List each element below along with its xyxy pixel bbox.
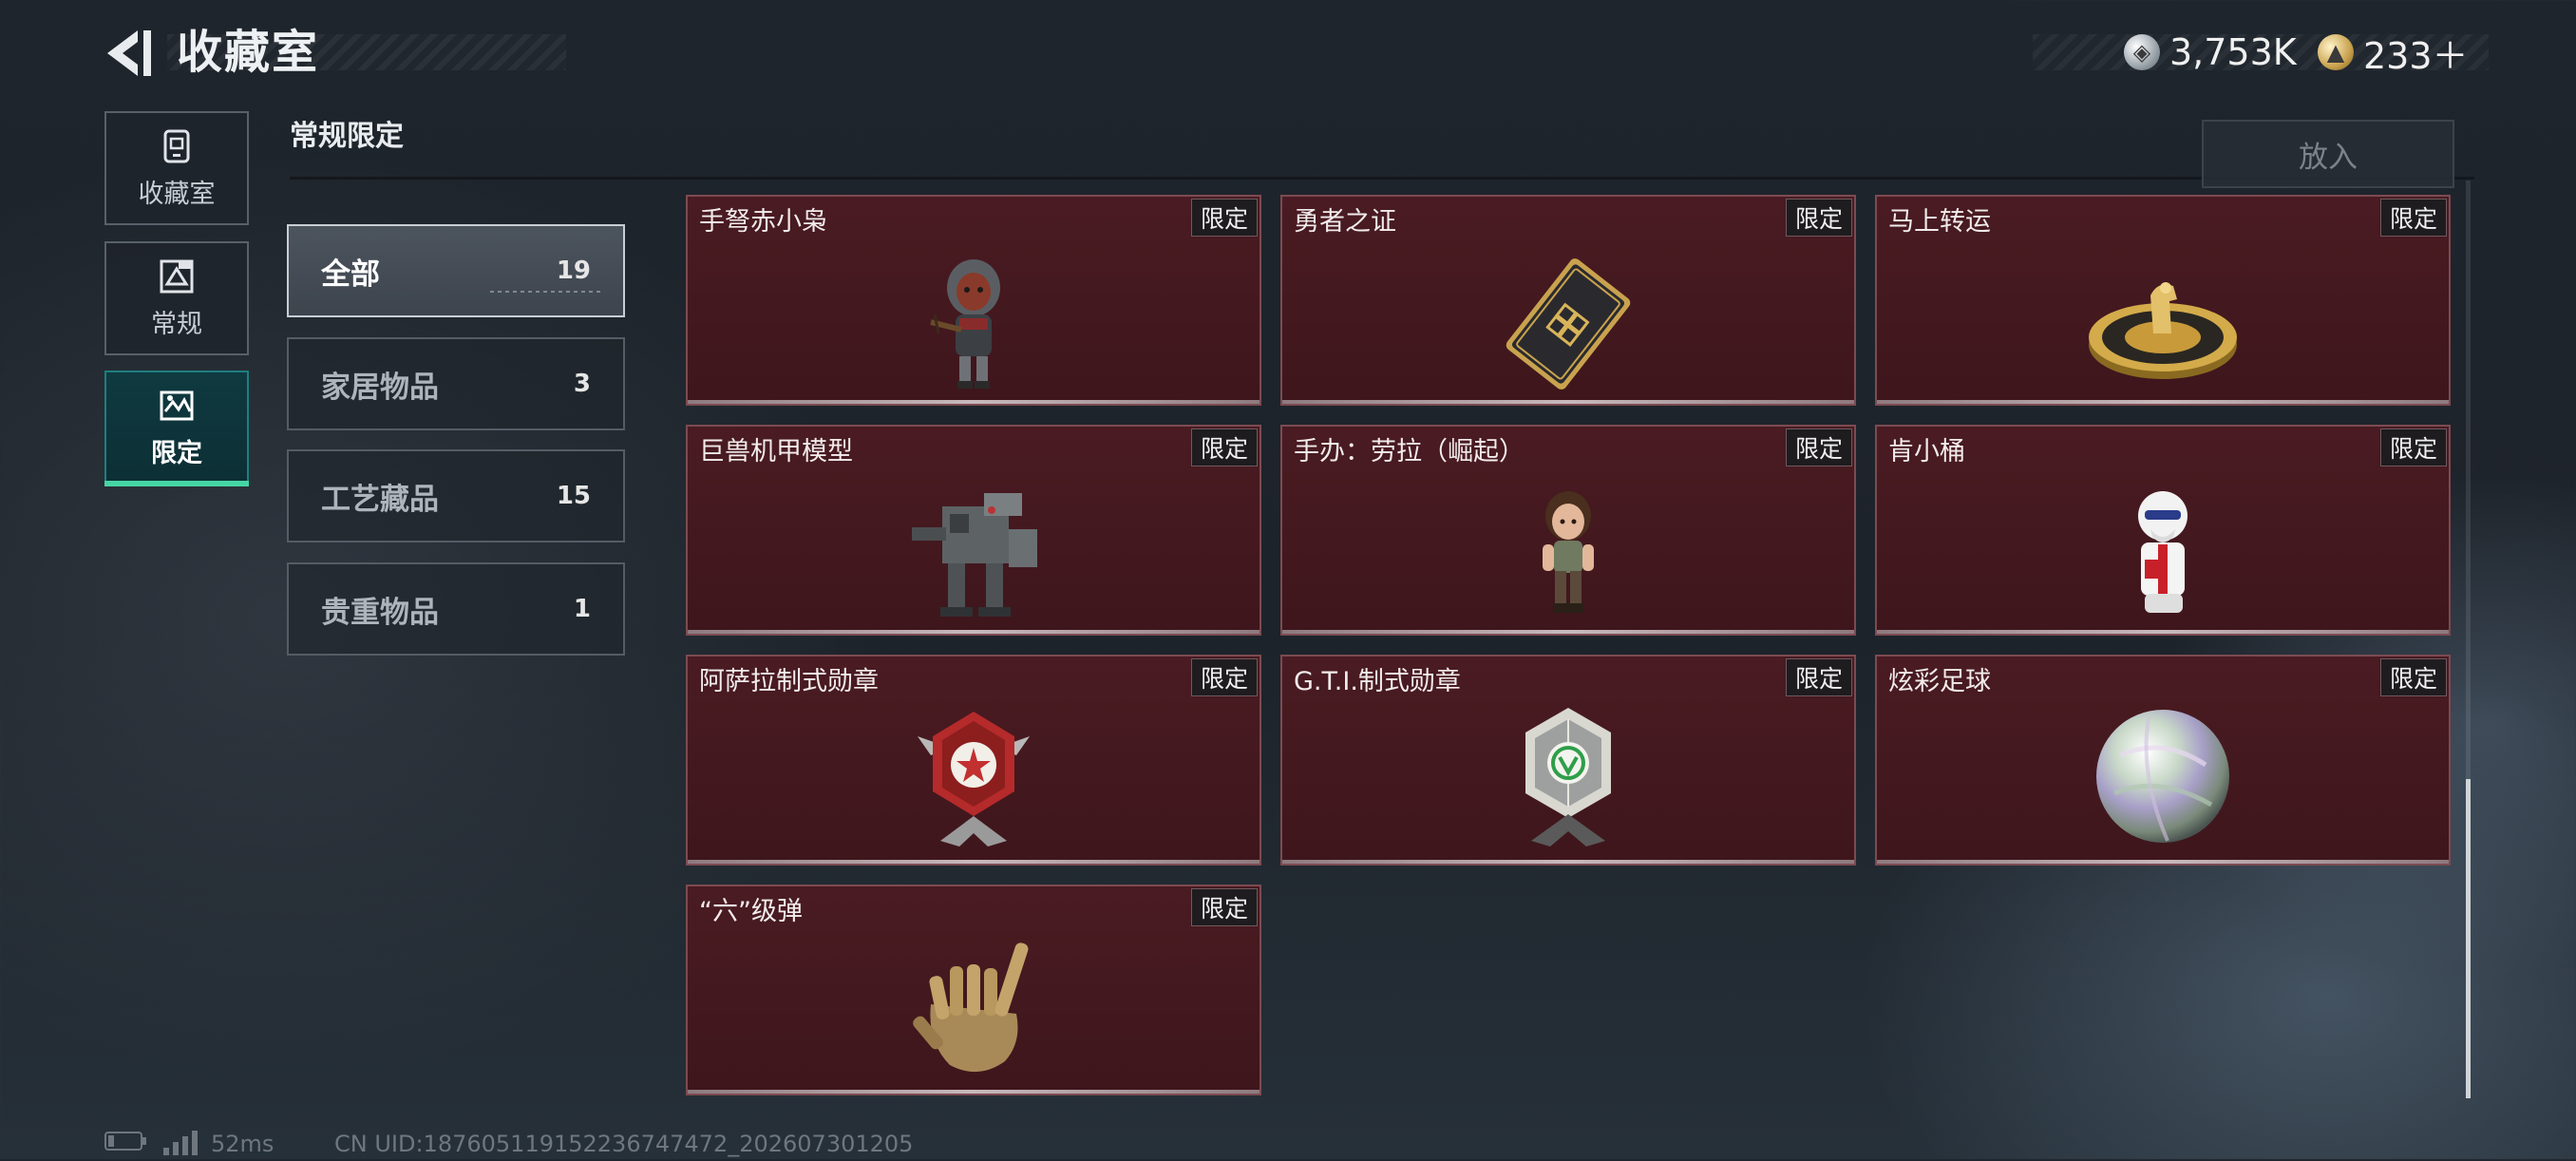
crossbow-figure-icon <box>930 259 1000 389</box>
green-medal-icon <box>1525 708 1611 847</box>
item-card[interactable]: 手办：劳拉（崛起） 限定 <box>1280 425 1856 636</box>
limited-badge: 限定 <box>1191 199 1258 237</box>
item-card[interactable]: 手弩赤小枭 限定 <box>686 195 1261 406</box>
category-name: 家居物品 <box>321 370 439 405</box>
limited-badge: 限定 <box>1191 888 1258 926</box>
page-title: 收藏室 <box>177 26 320 79</box>
gold-value: 233＋ <box>2363 34 2469 77</box>
scrollbar-thumb[interactable] <box>2466 779 2471 1098</box>
card-token-icon <box>1506 258 1631 390</box>
limited-badge: 限定 <box>2380 658 2447 696</box>
put-in-button[interactable]: 放入 <box>2202 120 2454 188</box>
gold-coin-icon: ▲ <box>2318 34 2354 70</box>
category-count: 15 <box>556 482 591 510</box>
category-count: 1 <box>573 595 591 623</box>
signal-icon <box>161 1131 199 1161</box>
bullet-hand-icon <box>913 942 1029 1073</box>
limited-badge: 限定 <box>1786 658 1852 696</box>
ping-value: 52ms <box>211 1131 275 1157</box>
item-name: 手弩赤小枭 <box>699 207 827 237</box>
item-card[interactable]: 马上转运 限定 <box>1875 195 2451 406</box>
limited-badge: 限定 <box>2380 199 2447 237</box>
item-card[interactable]: 勇者之证 限定 <box>1280 195 1856 406</box>
lara-figure-icon <box>1543 491 1594 613</box>
limited-icon <box>158 387 196 425</box>
category-name: 工艺藏品 <box>321 482 439 517</box>
item-name: 炫彩足球 <box>1888 667 1991 696</box>
nav-label: 限定 <box>151 438 202 468</box>
category-name: 贵重物品 <box>321 595 439 630</box>
category-home[interactable]: 家居物品 3 <box>287 337 625 430</box>
category-craft[interactable]: 工艺藏品 15 <box>287 449 625 542</box>
nav-label: 收藏室 <box>138 179 216 209</box>
item-name: 勇者之证 <box>1294 207 1396 237</box>
item-name: 阿萨拉制式勋章 <box>699 667 879 696</box>
section-title: 常规限定 <box>290 120 404 153</box>
silver-currency: ◈ 3,753K <box>2124 29 2297 76</box>
item-card[interactable]: 肯小桶 限定 <box>1875 425 2451 636</box>
limited-badge: 限定 <box>1191 658 1258 696</box>
item-name: 马上转运 <box>1888 207 1991 237</box>
item-name: 巨兽机甲模型 <box>699 437 853 466</box>
limited-badge: 限定 <box>1191 428 1258 466</box>
item-name: “六”级弹 <box>699 897 803 926</box>
limited-badge: 限定 <box>2380 428 2447 466</box>
item-card[interactable]: G.T.I.制式勋章 限定 <box>1280 655 1856 866</box>
limited-badge: 限定 <box>1786 199 1852 237</box>
mech-model-icon <box>912 493 1037 617</box>
red-medal-icon <box>918 712 1030 847</box>
nav-tab-regular[interactable]: 常规 <box>104 241 249 355</box>
category-valuable[interactable]: 贵重物品 1 <box>287 562 625 656</box>
battery-icon <box>104 1131 148 1157</box>
category-name: 全部 <box>321 257 380 292</box>
user-uid: CN UID:187605119152236747472_20260730120… <box>334 1131 914 1157</box>
silver-coin-icon: ◈ <box>2124 34 2160 70</box>
item-name: G.T.I.制式勋章 <box>1294 667 1461 696</box>
item-card[interactable]: 阿萨拉制式勋章 限定 <box>686 655 1261 866</box>
nav-tab-collection[interactable]: 收藏室 <box>104 111 249 225</box>
item-card[interactable]: 巨兽机甲模型 限定 <box>686 425 1261 636</box>
back-arrow-icon <box>107 30 151 76</box>
item-name: 手办：劳拉（崛起） <box>1294 437 1525 466</box>
category-all[interactable]: 全部 19 <box>287 224 625 317</box>
nav-label: 常规 <box>151 309 202 339</box>
category-count: 3 <box>573 370 591 398</box>
category-decoration <box>490 291 604 293</box>
gold-currency[interactable]: ▲ 233＋ <box>2318 29 2469 77</box>
colonel-figure-icon <box>2138 491 2188 613</box>
limited-badge: 限定 <box>1786 428 1852 466</box>
section-divider <box>290 177 2474 180</box>
nav-tab-limited[interactable]: 限定 <box>104 371 249 485</box>
item-card[interactable]: 炫彩足球 限定 <box>1875 655 2451 866</box>
silver-value: 3,753K <box>2169 31 2297 73</box>
golden-horse-disc-icon <box>2089 282 2237 379</box>
back-button[interactable] <box>100 23 157 84</box>
iridescent-ball-icon <box>2096 710 2229 843</box>
collection-icon <box>158 127 196 165</box>
item-name: 肯小桶 <box>1888 437 1965 466</box>
item-card[interactable]: “六”级弹 限定 <box>686 885 1261 1095</box>
active-tab-indicator <box>104 481 249 486</box>
category-count: 19 <box>556 257 591 285</box>
regular-icon <box>158 257 196 295</box>
